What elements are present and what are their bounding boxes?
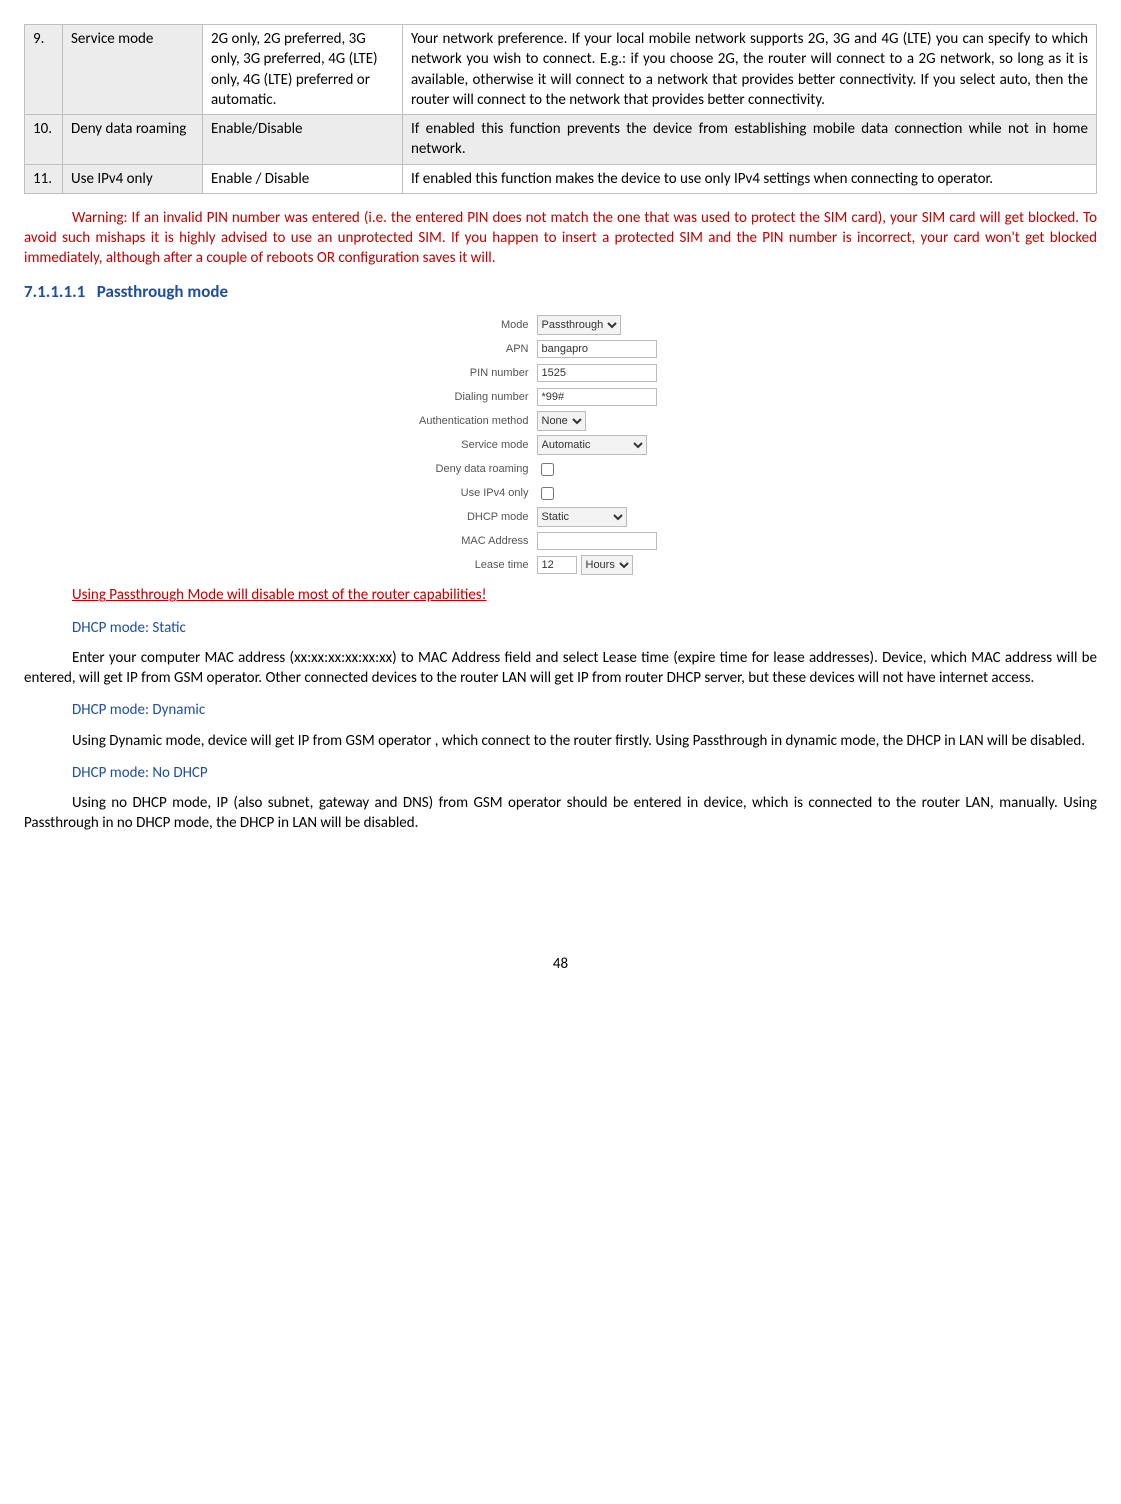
- mode-select[interactable]: Passthrough: [537, 315, 621, 335]
- table-row: 9. Service mode 2G only, 2G preferred, 3…: [25, 25, 1097, 115]
- mac-address-input[interactable]: [537, 532, 657, 550]
- dialing-input[interactable]: [537, 388, 657, 406]
- row-name: Use IPv4 only: [63, 164, 203, 193]
- passthrough-config-form: Mode Passthrough APN PIN number Dialing …: [361, 313, 761, 577]
- pin-input[interactable]: [537, 364, 657, 382]
- auth-select[interactable]: None: [537, 411, 586, 431]
- warning-paragraph: Warning: If an invalid PIN number was en…: [24, 208, 1097, 269]
- row-name: Deny data roaming: [63, 115, 203, 165]
- service-mode-label: Service mode: [361, 438, 531, 453]
- section-number: 7.1.1.1.1: [24, 281, 85, 302]
- ipv4-label: Use IPv4 only: [361, 486, 531, 501]
- page-number: 48: [24, 954, 1097, 974]
- row-description: Your network preference. If your local m…: [403, 25, 1097, 115]
- row-value: Enable / Disable: [203, 164, 403, 193]
- table-row: 11. Use IPv4 only Enable / Disable If en…: [25, 164, 1097, 193]
- dialing-label: Dialing number: [361, 390, 531, 405]
- section-heading: 7.1.1.1.1 Passthrough mode: [24, 281, 1097, 304]
- roaming-label: Deny data roaming: [361, 462, 531, 477]
- passthrough-warning: Using Passthrough Mode will disable most…: [24, 585, 1097, 605]
- dhcp-static-heading: DHCP mode: Static: [24, 618, 1097, 638]
- row-number: 10.: [25, 115, 63, 165]
- auth-label: Authentication method: [361, 414, 531, 429]
- mode-label: Mode: [361, 318, 531, 333]
- ipv4-checkbox[interactable]: [541, 487, 554, 500]
- pin-label: PIN number: [361, 366, 531, 381]
- apn-input[interactable]: [537, 340, 657, 358]
- lease-time-label: Lease time: [361, 558, 531, 573]
- dhcp-nodhcp-heading: DHCP mode: No DHCP: [24, 763, 1097, 783]
- dhcp-mode-label: DHCP mode: [361, 510, 531, 525]
- row-name: Service mode: [63, 25, 203, 115]
- row-number: 9.: [25, 25, 63, 115]
- dhcp-static-body: Enter your computer MAC address (xx:xx:x…: [24, 648, 1097, 689]
- lease-unit-select[interactable]: Hours: [581, 555, 633, 575]
- apn-label: APN: [361, 342, 531, 357]
- row-description: If enabled this function makes the devic…: [403, 164, 1097, 193]
- dhcp-dynamic-body: Using Dynamic mode, device will get IP f…: [24, 731, 1097, 751]
- section-title: Passthrough mode: [97, 281, 228, 302]
- service-mode-select[interactable]: Automatic: [537, 435, 647, 455]
- table-row: 10. Deny data roaming Enable/Disable If …: [25, 115, 1097, 165]
- row-value: Enable/Disable: [203, 115, 403, 165]
- lease-time-input[interactable]: [537, 556, 577, 574]
- row-description: If enabled this function prevents the de…: [403, 115, 1097, 165]
- dhcp-nodhcp-body: Using no DHCP mode, IP (also subnet, gat…: [24, 793, 1097, 834]
- dhcp-dynamic-heading: DHCP mode: Dynamic: [24, 700, 1097, 720]
- parameter-table: 9. Service mode 2G only, 2G preferred, 3…: [24, 24, 1097, 194]
- row-value: 2G only, 2G preferred, 3G only, 3G prefe…: [203, 25, 403, 115]
- row-number: 11.: [25, 164, 63, 193]
- mac-address-label: MAC Address: [361, 534, 531, 549]
- dhcp-mode-select[interactable]: Static: [537, 507, 627, 527]
- roaming-checkbox[interactable]: [541, 463, 554, 476]
